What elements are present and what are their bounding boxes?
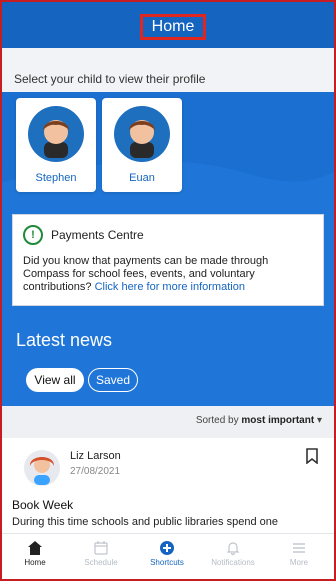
sort-prefix: Sorted by [195,415,239,426]
chevron-down-icon: ▾ [316,415,322,426]
home-icon [28,541,42,555]
bookmark-icon[interactable] [306,448,318,464]
nav-more[interactable]: More [266,534,332,579]
nav-shortcuts[interactable]: Shortcuts [134,534,200,579]
filter-view-all[interactable]: View all [26,368,84,392]
child-name: Stephen [35,172,77,184]
news-post[interactable]: Liz Larson 27/08/2021 Book Week During t… [2,438,334,535]
payments-header: ! Payments Centre [23,225,144,245]
menu-icon [293,543,305,553]
nav-schedule-label: Schedule [84,558,118,567]
payments-body: Did you know that payments can be made t… [23,255,315,294]
child-avatar [28,106,84,162]
info-icon: ! [23,225,43,245]
post-title: Book Week [12,498,74,512]
payments-title: Payments Centre [51,228,144,242]
bottom-nav: Home Schedule Shortcuts Notifications Mo… [2,533,334,579]
child-avatar [114,106,170,162]
child-card-euan[interactable]: Euan [102,98,182,192]
latest-news-title: Latest news [16,330,113,350]
sort-bar[interactable]: Sorted by most important ▾ [2,406,334,438]
author-name: Liz Larson [70,450,121,462]
bell-icon [226,542,240,556]
payments-card[interactable]: ! Payments Centre Did you know that paym… [12,214,324,306]
author-avatar [24,450,60,486]
nav-more-label: More [289,558,309,567]
filter-saved[interactable]: Saved [88,368,138,392]
child-name: Euan [129,172,155,184]
nav-notifications-label: Notifications [211,558,255,567]
post-date: 27/08/2021 [70,466,121,477]
payments-link[interactable]: Click here for more information [95,281,245,293]
nav-shortcuts-label: Shortcuts [150,558,184,567]
nav-home[interactable]: Home [2,534,68,579]
app-header: Home [2,2,334,48]
post-snippet: During this time schools and public libr… [12,516,278,528]
children-prompt: Select your child to view their profile [14,72,206,86]
plus-circle-icon [160,541,174,555]
sort-text[interactable]: Sorted by most important ▾ [196,415,322,426]
nav-home-label: Home [24,558,46,567]
sort-value: most important [241,415,315,426]
nav-schedule[interactable]: Schedule [68,534,134,579]
nav-notifications[interactable]: Notifications [200,534,266,579]
app-frame: Home Select your child to view their pro… [0,0,336,581]
calendar-icon [94,541,108,555]
child-card-stephen[interactable]: Stephen [16,98,96,192]
page-title: Home [140,14,206,40]
